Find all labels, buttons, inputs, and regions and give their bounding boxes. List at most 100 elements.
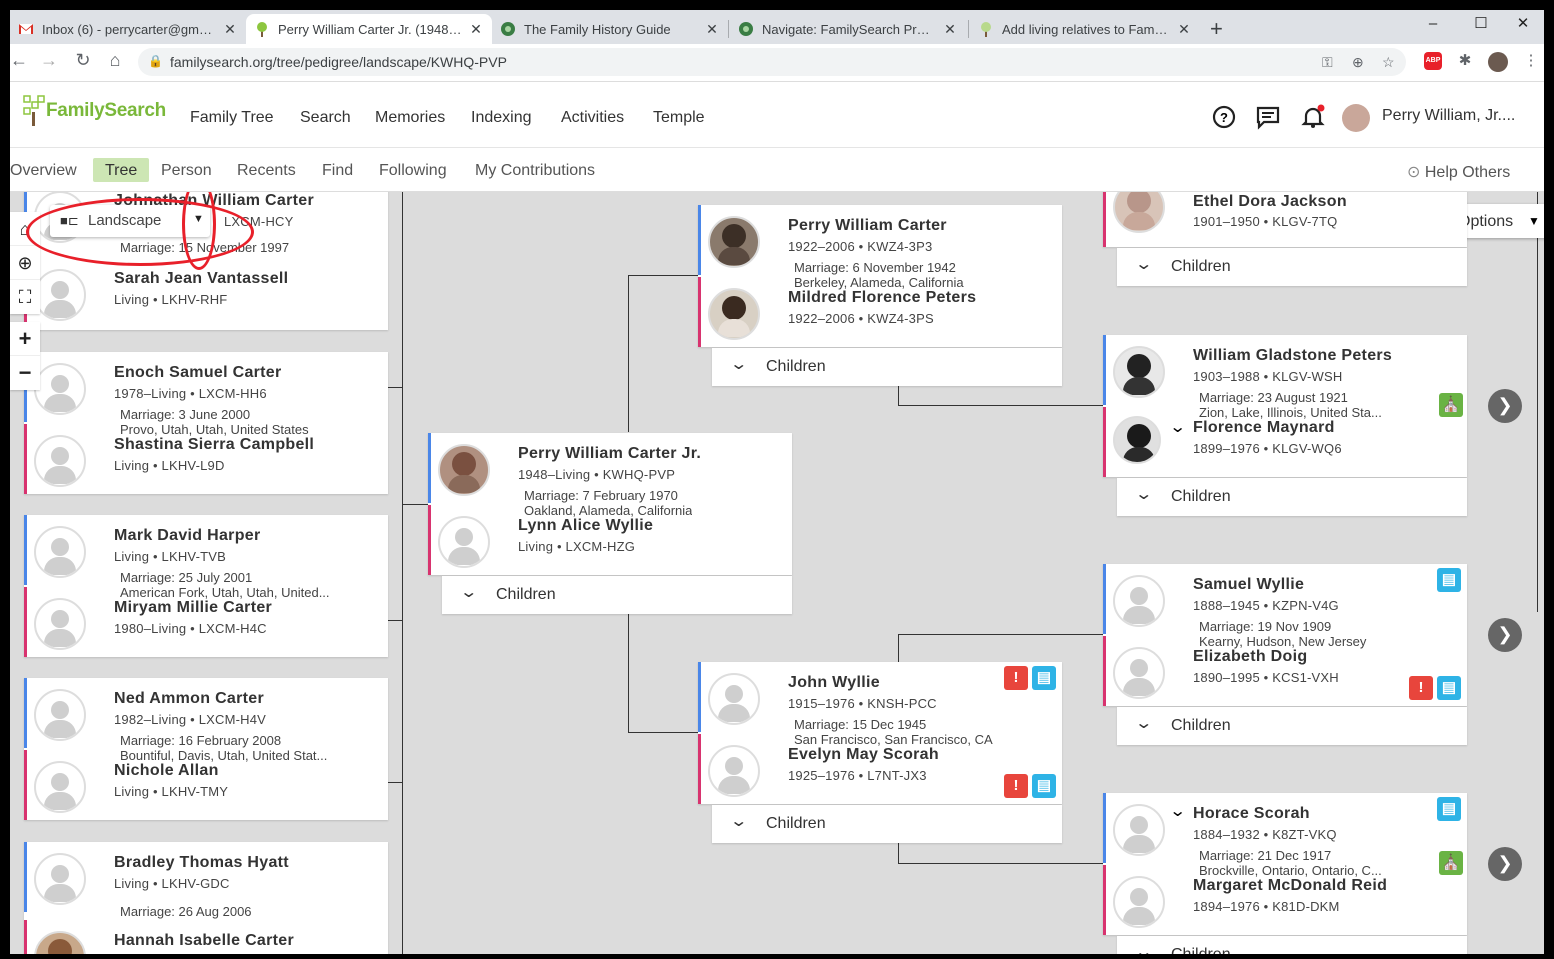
person-name[interactable]: Perry William Carter xyxy=(788,217,947,235)
person-name[interactable]: Ned Ammon Carter xyxy=(114,690,264,708)
person-name[interactable]: Miryam Millie Carter xyxy=(114,599,272,617)
person-name[interactable]: Margaret McDonald Reid xyxy=(1193,877,1387,895)
key-icon[interactable]: ⚿ xyxy=(1322,54,1333,71)
children-expander[interactable]: ⌄ Children xyxy=(1117,248,1467,286)
family-card[interactable]: Perry William Carter 1922–2006 • KWZ4-3P… xyxy=(698,205,1062,347)
person-name[interactable]: Ethel Dora Jackson xyxy=(1193,193,1347,211)
subnav-following[interactable]: Following xyxy=(379,158,447,182)
locate-icon[interactable]: ⊕ xyxy=(10,246,40,280)
focus-family-card[interactable]: Perry William Carter Jr. 1948–Living • K… xyxy=(428,433,792,575)
notifications-bell-icon[interactable] xyxy=(1300,104,1326,130)
children-expander[interactable]: ⌄ Children xyxy=(442,576,792,614)
nav-memories[interactable]: Memories xyxy=(375,109,445,127)
record-hint-icon[interactable]: ▤ xyxy=(1437,676,1461,700)
children-expander[interactable]: ⌄ Children xyxy=(1117,936,1467,954)
nav-family-tree[interactable]: Family Tree xyxy=(190,109,274,127)
extensions-icon[interactable]: ✱ xyxy=(1456,52,1474,70)
person-name[interactable]: William Gladstone Peters xyxy=(1193,347,1392,365)
record-hint-icon[interactable]: ▤ xyxy=(1437,797,1461,821)
zoom-out-icon[interactable]: − xyxy=(10,356,40,390)
tab-family-history-guide[interactable]: The Family History Guide ✕ xyxy=(492,14,728,44)
nav-search[interactable]: Search xyxy=(300,109,351,127)
help-others-link[interactable]: ⊙ Help Others xyxy=(1407,162,1510,182)
record-hint-icon[interactable]: ▤ xyxy=(1032,666,1056,690)
close-icon[interactable]: ✕ xyxy=(704,21,720,38)
person-wife[interactable]: Mildred Florence Peters 1922–2006 • KWZ4… xyxy=(698,277,1062,347)
person-name[interactable]: Elizabeth Doig xyxy=(1193,648,1307,666)
adblock-icon[interactable]: ABP xyxy=(1424,52,1442,70)
person-name[interactable]: Evelyn May Scorah xyxy=(788,746,939,764)
person-wife[interactable]: Evelyn May Scorah 1925–1976 • L7NT-JX3 !… xyxy=(698,734,1062,804)
zoom-icon[interactable]: ⊕ xyxy=(1352,54,1364,71)
nav-indexing[interactable]: Indexing xyxy=(471,109,532,127)
chevron-down-icon[interactable]: ⌄ xyxy=(1169,417,1186,437)
children-expander[interactable]: ⌄ Children xyxy=(1117,478,1467,516)
person-name[interactable]: Lynn Alice Wyllie xyxy=(518,517,653,535)
expand-ancestors-button[interactable]: ❯ xyxy=(1488,618,1522,652)
tab-add-living-relatives[interactable]: Add living relatives to Family Tree ✕ xyxy=(970,14,1200,44)
person-name[interactable]: Shastina Sierra Campbell xyxy=(114,436,314,454)
person-name[interactable]: Florence Maynard xyxy=(1193,419,1335,437)
back-button[interactable]: ← xyxy=(10,50,32,71)
nav-activities[interactable]: Activities xyxy=(561,109,624,127)
tab-gmail[interactable]: Inbox (6) - perrycarter@gmail.com ✕ xyxy=(10,14,246,44)
close-icon[interactable]: ✕ xyxy=(468,21,484,38)
children-expander[interactable]: ⌄ Children xyxy=(712,805,1062,843)
family-card[interactable]: Ethel Dora Jackson 1901–1950 • KLGV-7TQ xyxy=(1103,192,1467,247)
familysearch-logo[interactable]: FamilySearch xyxy=(22,94,166,128)
family-card[interactable]: Samuel Wyllie 1888–1945 • KZPN-V4G ▤ Mar… xyxy=(1103,564,1467,706)
pedigree-canvas[interactable]: Johnathan William Carter LXCM-HCY Marria… xyxy=(10,192,1544,954)
data-problem-icon[interactable]: ! xyxy=(1004,774,1028,798)
subnav-tree[interactable]: Tree xyxy=(93,158,150,182)
close-icon[interactable]: ✕ xyxy=(942,21,958,38)
minimize-button[interactable]: – xyxy=(1410,10,1456,40)
reload-button[interactable]: ↻ xyxy=(70,50,96,71)
person-name[interactable]: Enoch Samuel Carter xyxy=(114,364,282,382)
subnav-find[interactable]: Find xyxy=(322,158,353,182)
tab-familysearch-person[interactable]: Perry William Carter Jr. (1948–Living) ✕ xyxy=(246,14,492,44)
person-name[interactable]: Horace Scorah xyxy=(1193,805,1310,823)
person-wife[interactable]: Margaret McDonald Reid 1894–1976 • K81D-… xyxy=(1103,865,1467,935)
person-wife[interactable]: Nichole Allan Living • LKHV-TMY xyxy=(24,750,388,820)
forward-button[interactable]: → xyxy=(36,50,62,71)
person-name[interactable]: Nichole Allan xyxy=(114,762,219,780)
close-icon[interactable]: ✕ xyxy=(1176,21,1192,38)
close-window-button[interactable]: ✕ xyxy=(1500,10,1544,40)
family-card[interactable]: ⌄ Horace Scorah 1884–1932 • K8ZT-VKQ ▤ M… xyxy=(1103,793,1467,935)
family-card[interactable]: William Gladstone Peters 1903–1988 • KLG… xyxy=(1103,335,1467,477)
subnav-overview[interactable]: Overview xyxy=(10,158,77,182)
chevron-down-icon[interactable]: ⌄ xyxy=(1169,801,1186,821)
address-bar[interactable]: 🔒 familysearch.org/tree/pedigree/landsca… xyxy=(138,48,1406,76)
user-avatar[interactable] xyxy=(1342,104,1370,132)
person-husband[interactable]: Bradley Thomas Hyatt Living • LKHV-GDC xyxy=(24,842,388,912)
person-wife[interactable]: Lynn Alice Wyllie Living • LXCM-HZG xyxy=(428,505,792,575)
expand-ancestors-button[interactable]: ❯ xyxy=(1488,389,1522,423)
person-wife[interactable]: Sarah Jean Vantassell Living • LKHV-RHF xyxy=(24,258,388,328)
messages-icon[interactable] xyxy=(1255,104,1281,130)
data-problem-icon[interactable]: ! xyxy=(1004,666,1028,690)
nav-temple[interactable]: Temple xyxy=(653,109,705,127)
person-name[interactable]: Sarah Jean Vantassell xyxy=(114,270,288,288)
person-name[interactable]: John Wyllie xyxy=(788,674,880,692)
person-name[interactable]: Samuel Wyllie xyxy=(1193,576,1304,594)
help-icon[interactable]: ? xyxy=(1211,104,1237,130)
expand-ancestors-button[interactable]: ❯ xyxy=(1488,847,1522,881)
browser-menu-icon[interactable]: ⋮ xyxy=(1522,52,1540,70)
record-hint-icon[interactable]: ▤ xyxy=(1032,774,1056,798)
subnav-recents[interactable]: Recents xyxy=(237,158,296,182)
subnav-person[interactable]: Person xyxy=(161,158,212,182)
bookmark-star-icon[interactable]: ☆ xyxy=(1382,54,1395,71)
person-wife[interactable]: Elizabeth Doig 1890–1995 • KCS1-VXH ! ▤ xyxy=(1103,636,1467,706)
person-wife[interactable]: Hannah Isabelle Carter xyxy=(24,920,388,954)
person-wife[interactable]: ⌄ Florence Maynard 1899–1976 • KLGV-WQ6 xyxy=(1103,407,1467,477)
family-card[interactable]: John Wyllie 1915–1976 • KNSH-PCC ! ▤ Mar… xyxy=(698,662,1062,804)
person-name[interactable]: Mildred Florence Peters xyxy=(788,289,976,307)
maximize-button[interactable]: ☐ xyxy=(1458,10,1504,40)
person-name[interactable]: Perry William Carter Jr. xyxy=(518,445,701,463)
person-wife[interactable]: Miryam Millie Carter 1980–Living • LXCM-… xyxy=(24,587,388,657)
family-card[interactable]: Enoch Samuel Carter 1978–Living • LXCM-H… xyxy=(24,352,388,494)
person-name[interactable]: Mark David Harper xyxy=(114,527,261,545)
profile-avatar-icon[interactable] xyxy=(1488,52,1508,72)
subnav-my-contributions[interactable]: My Contributions xyxy=(475,158,595,182)
user-name[interactable]: Perry William, Jr.... xyxy=(1382,107,1515,125)
